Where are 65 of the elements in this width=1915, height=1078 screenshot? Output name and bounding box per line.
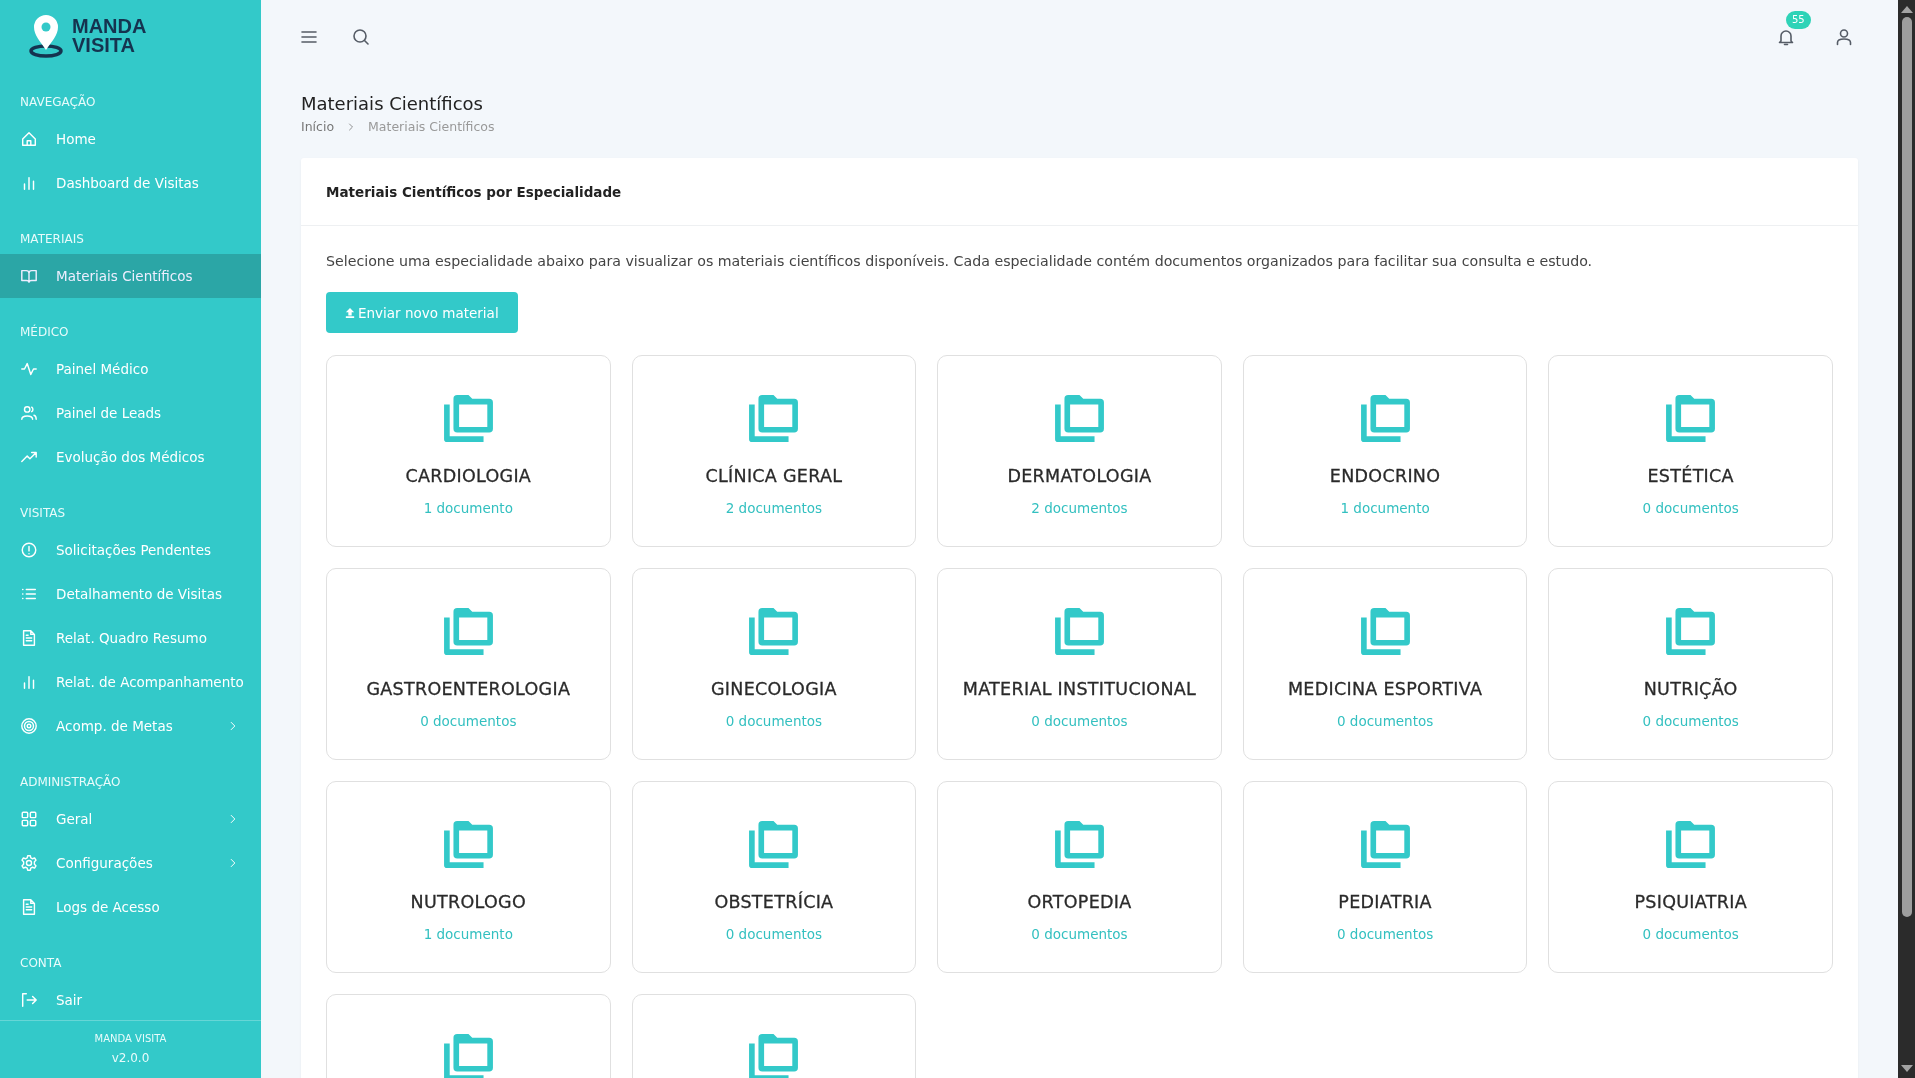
scrollbar[interactable] bbox=[1898, 0, 1915, 1078]
folders-icon bbox=[749, 1034, 799, 1078]
search-icon bbox=[351, 26, 371, 47]
folders-icon bbox=[1666, 395, 1716, 442]
specialty-card[interactable]: ORTOPEDIA 0 documentos bbox=[937, 781, 1222, 973]
section-heading: MÉDICO bbox=[19, 323, 70, 341]
specialty-card[interactable]: NUTROLOGO 1 documento bbox=[326, 781, 611, 973]
app-name: MANDA VISITA bbox=[93, 1032, 168, 1046]
specialty-card[interactable]: PSIQUIATRIA 0 documentos bbox=[1548, 781, 1833, 973]
folders-icon bbox=[1360, 395, 1410, 442]
folders-icon bbox=[1055, 608, 1104, 655]
specialty-card[interactable]: GINECOLOGIA 0 documentos bbox=[631, 568, 917, 760]
folders-icon bbox=[1055, 395, 1104, 442]
document-icon bbox=[20, 898, 38, 916]
section-heading: MATERIAIS bbox=[19, 231, 85, 248]
specialty-card[interactable]: CLÍNICA GERAL 2 documentos bbox=[631, 355, 917, 547]
specialty-card[interactable]: ENDOCRINO 1 documento bbox=[1242, 355, 1528, 547]
folders-icon bbox=[443, 608, 493, 655]
folders-icon bbox=[1360, 821, 1410, 868]
document-icon bbox=[20, 629, 38, 647]
folders-icon bbox=[749, 821, 799, 868]
folders-icon bbox=[1666, 821, 1716, 868]
alert-circle-icon bbox=[20, 541, 38, 559]
logout-icon bbox=[20, 991, 38, 1009]
logo-text: VISITA bbox=[72, 36, 136, 55]
folders-icon bbox=[1666, 608, 1716, 655]
page-title: Materiais Científicos bbox=[301, 92, 484, 116]
folders-icon bbox=[749, 395, 799, 442]
upload-icon bbox=[345, 306, 355, 319]
breadcrumb-current: Materiais Científicos bbox=[368, 118, 495, 136]
description-text: Selecione uma especialidade abaixo para visualizar os materiais científicos disponíveis. Cada especialidade contém documentos organizados para facilitar sua consulta e estudo. bbox=[326, 252, 1594, 271]
specialty-card[interactable]: OBSTETRÍCIA 0 documentos bbox=[631, 781, 917, 973]
version-text: v2.0.0 bbox=[110, 1050, 151, 1067]
panel-title: Materiais Científicos por Especialidade bbox=[326, 183, 622, 200]
specialty-card[interactable]: PEDIATRIA 0 documentos bbox=[1242, 781, 1528, 973]
book-icon bbox=[20, 267, 38, 285]
folders-icon bbox=[1055, 821, 1104, 868]
notification-badge: 55 bbox=[1786, 10, 1811, 29]
specialty-card[interactable]: GASTROENTEROLOGIA 0 documentos bbox=[326, 568, 611, 760]
home-icon bbox=[20, 130, 38, 148]
section-heading: NAVEGAÇÃO bbox=[19, 93, 97, 111]
sidebar-item[interactable]: Materiais Científicos bbox=[0, 254, 261, 298]
specialty-card[interactable]: MATERIAL INSTITUCIONAL 0 documentos bbox=[937, 568, 1222, 760]
settings-icon bbox=[20, 854, 38, 872]
folders-icon bbox=[443, 821, 493, 868]
pulse-icon bbox=[20, 360, 38, 378]
breadcrumb-link[interactable]: Início bbox=[301, 117, 335, 137]
folders-icon bbox=[749, 608, 799, 655]
logo-text: MANDA bbox=[72, 17, 147, 36]
specialty-card[interactable]: DERMATOLOGIA 2 documentos bbox=[937, 355, 1222, 547]
specialty-card[interactable]: MEDICINA ESPORTIVA 0 documentos bbox=[1242, 568, 1528, 760]
folders-icon bbox=[443, 395, 493, 442]
users-icon bbox=[20, 404, 38, 422]
target-icon bbox=[20, 717, 38, 735]
specialty-card[interactable]: ESTÉTICA 0 documentos bbox=[1548, 355, 1833, 547]
grid-icon bbox=[20, 810, 38, 828]
section-heading: ADMINISTRAÇÃO bbox=[19, 773, 122, 791]
folders-icon bbox=[1360, 608, 1410, 655]
section-heading: VISITAS bbox=[19, 505, 67, 522]
section-heading: CONTA bbox=[19, 955, 63, 972]
map-pin-logo-icon bbox=[28, 13, 64, 59]
user-icon bbox=[1834, 26, 1854, 47]
specialty-card[interactable]: CARDIOLOGIA 1 documento bbox=[326, 355, 611, 547]
specialty-card[interactable]: NUTRIÇÃO 0 documentos bbox=[1548, 568, 1833, 760]
folders-icon bbox=[443, 1034, 493, 1078]
